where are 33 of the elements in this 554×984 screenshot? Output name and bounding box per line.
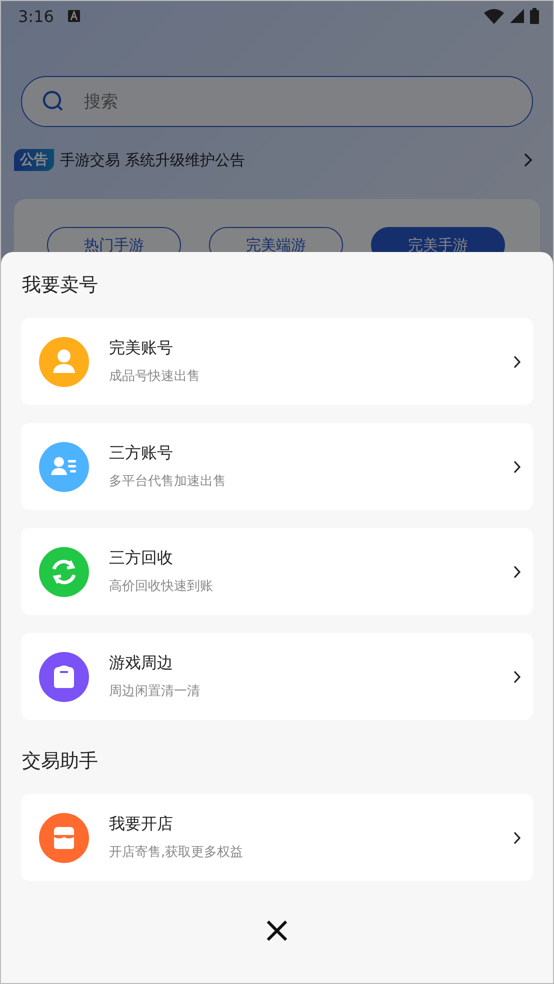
- chevron-right-icon: [513, 354, 521, 368]
- notice-badge: 公告: [14, 149, 54, 171]
- item-title: 三方回收: [109, 548, 174, 569]
- search-icon: [41, 89, 65, 113]
- menu-item[interactable]: 完美账号 成品号快速出售: [21, 318, 533, 405]
- item-title: 我要开店: [109, 814, 174, 835]
- battery-icon: [530, 8, 539, 24]
- item-title: 完美账号: [109, 338, 174, 359]
- menu-item[interactable]: 三方账号 多平台代售加速出售: [21, 423, 533, 510]
- menu-item[interactable]: 三方回收 高价回收快速到账: [21, 528, 533, 615]
- notice-text[interactable]: 手游交易 系统升级维护公告: [60, 150, 517, 170]
- item-title: 三方账号: [109, 443, 174, 464]
- wifi-icon: [484, 8, 504, 24]
- item-subtitle: 多平台代售加速出售: [109, 473, 227, 490]
- chevron-right-icon: [513, 564, 521, 578]
- item-subtitle: 成品号快速出售: [109, 368, 201, 385]
- chevron-right-icon: [513, 670, 521, 684]
- item-subtitle: 周边闲置清一清: [109, 683, 201, 700]
- item-title: 游戏周边: [109, 653, 174, 674]
- section-title: 我要卖号: [22, 273, 99, 298]
- status-time: 3:16: [18, 6, 54, 26]
- keyboard-icon: [68, 10, 80, 22]
- chevron-right-icon: [513, 830, 521, 844]
- chevron-right-icon: [513, 460, 521, 474]
- close-button[interactable]: ×: [258, 913, 296, 949]
- search-field[interactable]: 搜索: [21, 76, 533, 127]
- menu-item[interactable]: 游戏周边 周边闲置清一清: [21, 633, 533, 720]
- item-subtitle: 开店寄售,获取更多权益: [109, 844, 244, 861]
- chevron-right-icon[interactable]: [523, 152, 533, 168]
- signal-icon: [510, 9, 524, 23]
- menu-item[interactable]: 我要开店 开店寄售,获取更多权益: [21, 794, 533, 881]
- item-subtitle: 高价回收快速到账: [109, 578, 214, 595]
- section-title: 交易助手: [22, 749, 99, 774]
